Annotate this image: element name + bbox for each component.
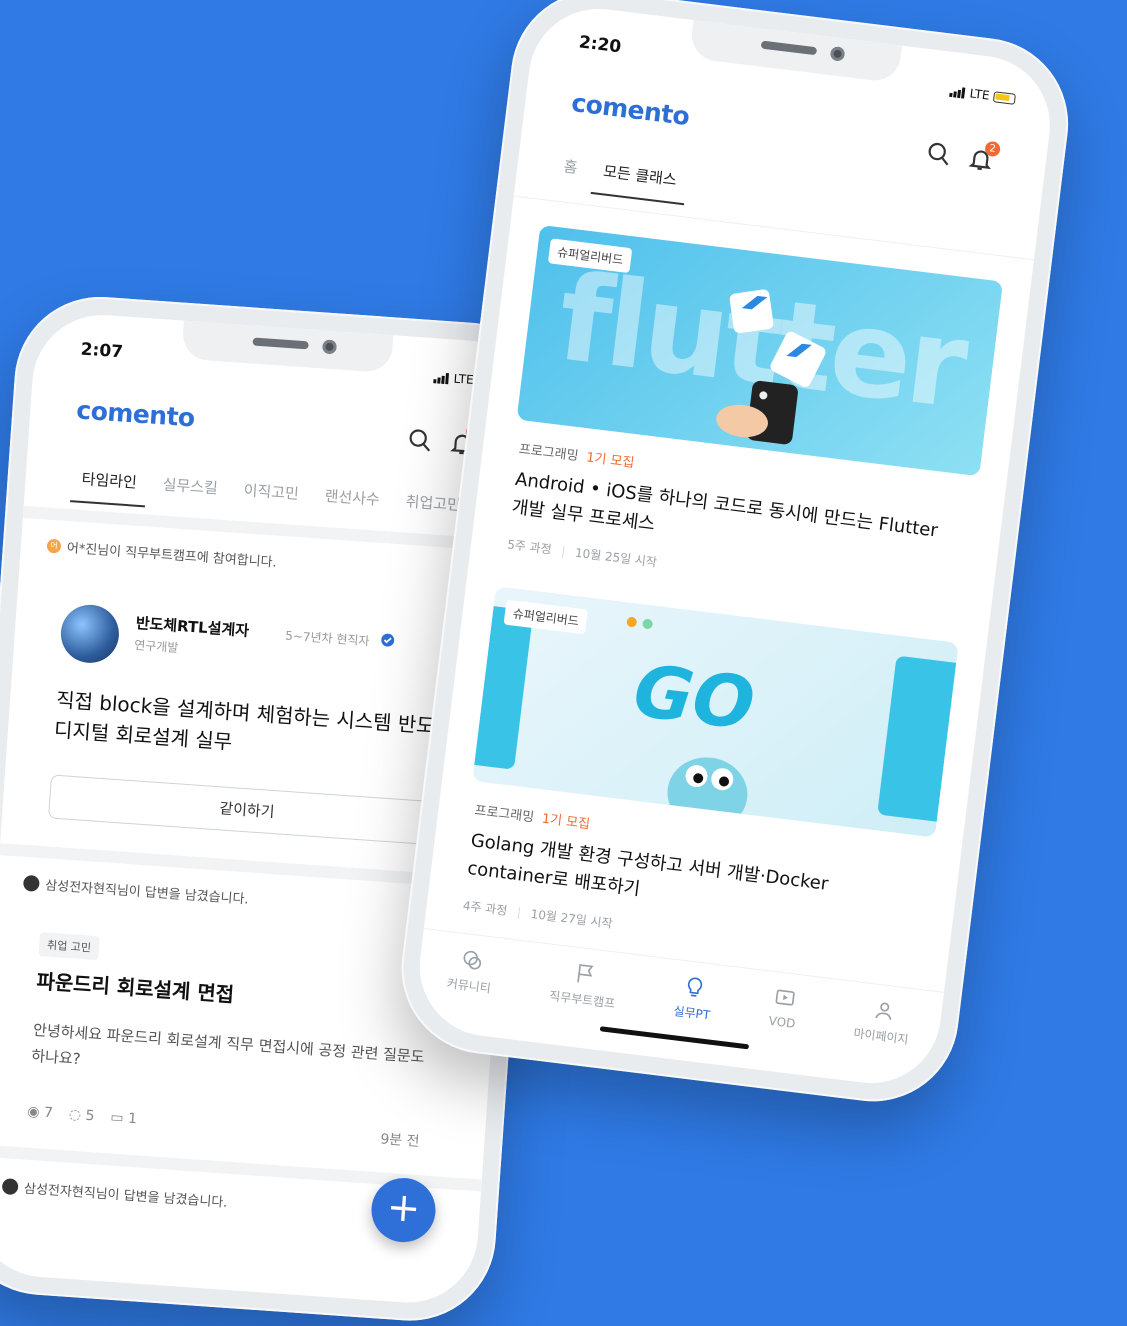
category-label: 프로그래밍 [473,803,535,826]
nav-practical-pt[interactable]: 실무PT [673,974,715,1023]
answer-notice[interactable]: 삼성전자현직님이 답변을 남겼습니다. [22,873,250,908]
nav-label: 커뮤니티 [446,976,492,996]
app-logo[interactable]: comento [570,88,691,131]
signal-icon [433,372,450,384]
search-icon[interactable] [406,427,434,455]
nav-vod[interactable]: VOD [768,986,800,1034]
speaker [760,40,818,56]
tab-timeline[interactable]: 타임라인 [81,468,138,493]
bottom-nav: 커뮤니티 직무부트캠프 실무PT VOD 마이페이지 [416,927,945,1052]
bookmarks-count: 1 [127,1110,138,1128]
right-screen: 2:20 LTE comento 2 홈 모든 클래스 flutter 슈퍼얼리… [411,0,1058,1092]
tab-skills[interactable]: 실무스킬 [162,474,219,499]
author-avatar[interactable] [58,602,121,665]
comment-icon: ◌ [68,1106,82,1124]
chat-bubbles-icon [463,950,481,970]
gopher-icon [667,757,748,815]
views-count: 7 [43,1104,54,1122]
answer-notice[interactable]: 삼성전자현직님이 답변을 남겼습니다. [1,1176,229,1211]
decor-stripe [474,606,534,770]
author-career: 5~7년차 현직자 [284,628,370,649]
post-stats: ◉ 7 ◌ 5 ▭ 1 [27,1104,138,1128]
tab-employment[interactable]: 취업고민 [405,491,462,516]
course-duration: 5주 과정 [506,537,553,557]
network-label: LTE [968,86,991,103]
flag-icon [577,964,594,983]
flutter-logo-illustration [716,289,826,445]
home-indicator [599,1026,750,1050]
golang-banner[interactable]: GO 슈퍼얼리버드 [472,586,959,838]
notch [181,320,394,374]
camera [829,46,846,62]
play-video-icon [775,989,795,1006]
nav-mypage[interactable]: 마이페이지 [853,996,913,1047]
status-bar: LTE [949,84,1017,106]
post-time: 9분 전 [379,1131,420,1151]
verified-icon [381,633,395,647]
decor-dot [642,618,654,630]
author-dept: 연구개발 [133,637,179,656]
course-start: 10월 27일 시작 [529,906,614,931]
recruit-label: 1기 모집 [540,811,591,833]
join-button[interactable]: 같이하기 [47,774,447,846]
bookmark-icon: ▭ [109,1109,125,1127]
top-tabs: 타임라인 실무스킬 이직고민 랜선사수 취업고민 [81,468,462,515]
course-meta: 5주 과정 | 10월 25일 시작 [506,535,658,570]
nav-bootcamp[interactable]: 직무부트캠프 [548,959,619,1012]
separator: | [516,905,522,920]
separator: | [560,543,567,559]
recruit-label: 1기 모집 [585,450,636,472]
category-tag[interactable]: 취업 고민 [38,932,100,961]
course-start: 10월 25일 시작 [574,545,658,570]
flutter-banner[interactable]: flutter 슈퍼얼리버드 [516,224,1004,477]
lightbulb-icon [688,977,703,997]
notice-text: 삼성전자현직님이 답변을 남겼습니다. [44,878,250,908]
course-meta: 4주 과정 | 10월 27일 시작 [462,897,614,932]
app-logo[interactable]: comento [76,395,196,432]
user-avatar [22,874,40,892]
speaker [252,337,309,350]
category-label: 프로그래밍 [518,442,580,465]
post-title[interactable]: 직접 block을 설계하며 체험하는 시스템 반도체 디지털 회로설계 실무 [53,685,476,774]
person-icon [875,1002,892,1020]
tab-job-change[interactable]: 이직고민 [243,479,300,504]
decor-stripe [877,655,957,822]
decor-dot [626,616,638,628]
camera [322,339,337,355]
nav-label: 직무부트캠프 [548,988,616,1011]
battery-icon [992,90,1017,105]
super-early-bird-badge: 슈퍼얼리버드 [547,238,633,274]
search-icon[interactable] [925,140,954,169]
signal-icon [949,85,966,99]
tab-mentor[interactable]: 랜선사수 [324,485,381,510]
nav-community[interactable]: 커뮤니티 [446,946,495,996]
right-phone: 2:20 LTE comento 2 홈 모든 클래스 flutter 슈퍼얼리… [391,0,1078,1112]
question-title[interactable]: 파운드리 회로설계 면접 [36,966,236,1010]
notice-text: 어*진님이 직무부트캠프에 참여합니다. [66,541,278,571]
nav-label: 마이페이지 [852,1026,910,1047]
course-duration: 4주 과정 [462,898,509,918]
user-initial-badge: 어 [46,538,62,554]
nav-label: VOD [767,1013,797,1031]
tab-home[interactable]: 홈 [563,155,579,178]
activity-notice[interactable]: 어 어*진님이 직무부트캠프에 참여합니다. [46,536,277,571]
tab-all-classes[interactable]: 모든 클래스 [602,160,678,190]
top-tabs: 홈 모든 클래스 [563,155,678,190]
course-category: 프로그래밍 1기 모집 [474,799,592,832]
comments-count: 5 [85,1107,96,1125]
status-time: 2:07 [80,339,124,363]
user-avatar [1,1177,19,1195]
network-label: LTE [453,371,475,387]
notch [688,20,903,84]
go-banner-text: GO [629,648,760,747]
comments-stat: ◌ 5 [68,1107,95,1125]
bookmarks-stat: ▭ 1 [110,1109,138,1127]
nav-label: 실무PT [672,1004,711,1023]
course-category: 프로그래밍 1기 모집 [518,438,636,471]
notice-text: 삼성전자현직님이 답변을 남겼습니다. [23,1181,228,1211]
status-time: 2:20 [577,32,623,58]
views-stat: ◉ 7 [27,1104,54,1122]
eye-icon: ◉ [26,1103,41,1121]
question-body[interactable]: 안녕하세요 파운드리 회로설계 직무 면접시에 공정 관련 질문도 하나요? [30,1018,433,1097]
